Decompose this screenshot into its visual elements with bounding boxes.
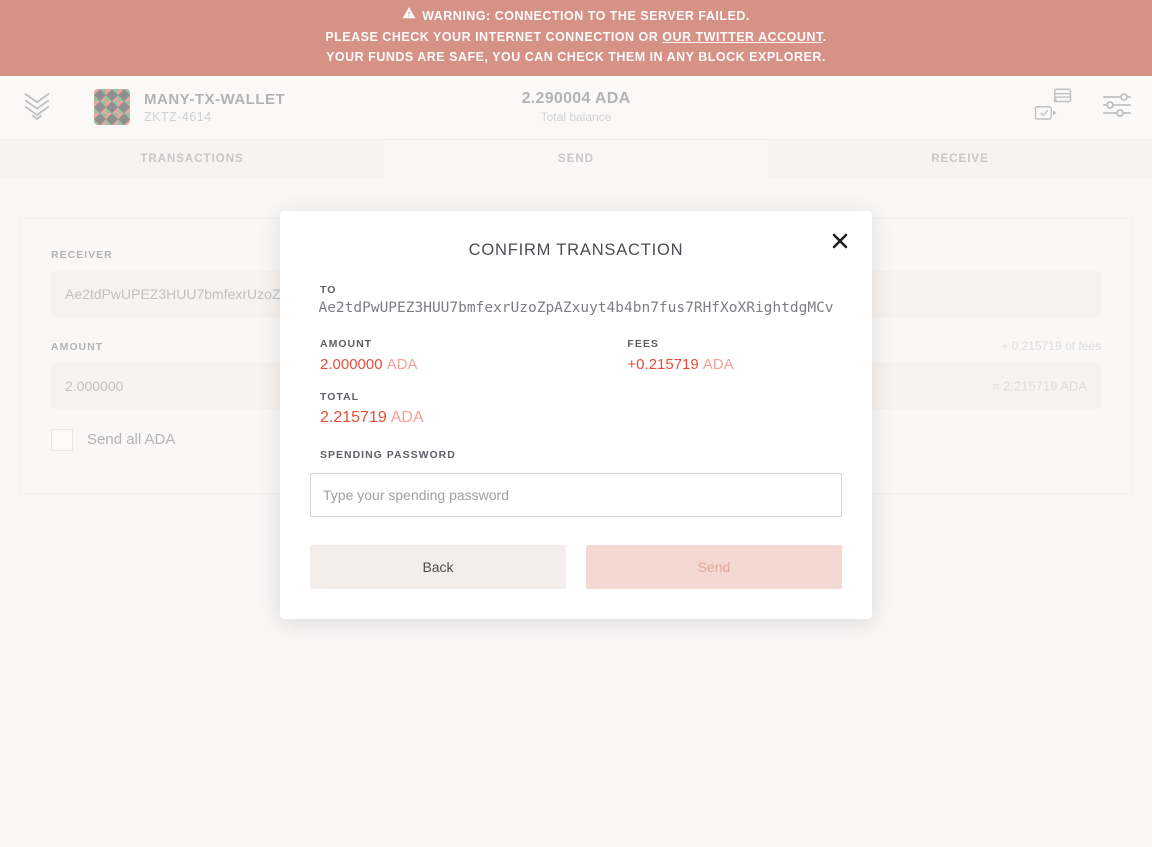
modal-to-label: TO — [320, 284, 842, 296]
confirm-modal: CONFIRM TRANSACTION TO Ae2tdPwUPEZ3HUU7b… — [280, 211, 872, 619]
modal-total-label: TOTAL — [320, 391, 842, 403]
password-label: SPENDING PASSWORD — [320, 449, 842, 461]
modal-fees-value: +0.215719ADA — [627, 356, 733, 373]
close-icon[interactable] — [830, 231, 850, 251]
modal-amount-label: AMOUNT — [320, 338, 417, 350]
spending-password-input[interactable] — [310, 473, 842, 517]
modal-total-value: 2.215719ADA — [320, 409, 842, 427]
back-button[interactable]: Back — [310, 545, 566, 589]
modal-fees-label: FEES — [627, 338, 733, 350]
modal-to-value: Ae2tdPwUPEZ3HUU7bmfexrUzoZpAZxuyt4b4bn7f… — [310, 300, 842, 316]
modal-title: CONFIRM TRANSACTION — [310, 241, 842, 260]
modal-backdrop: CONFIRM TRANSACTION TO Ae2tdPwUPEZ3HUU7b… — [0, 0, 1152, 847]
modal-amount-value: 2.000000ADA — [320, 356, 417, 373]
send-button[interactable]: Send — [586, 545, 842, 589]
